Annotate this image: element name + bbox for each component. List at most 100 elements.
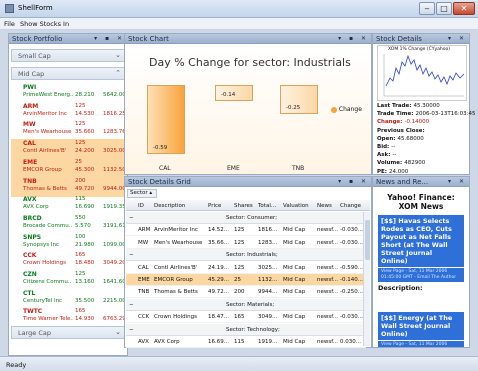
stock-price: 49.720 (75, 185, 95, 192)
cell-val: Mid Cap (283, 339, 306, 345)
stock-item[interactable]: TNB 200 Thomas & Betts 49.720 9944.000 (11, 176, 129, 197)
cell-desc: Crown Holdings (154, 314, 197, 321)
detail-key: Ask: (377, 152, 391, 159)
grid-header: Stock Details Grid ▾ ▪ ✕ (125, 177, 371, 187)
panel-controls-icon[interactable]: ▾ ▪ ✕ (338, 178, 369, 185)
group-small-cap[interactable]: Small Cap ⌄ (11, 49, 127, 62)
col-change[interactable]: Change (340, 203, 361, 209)
group-row[interactable]: − Sector: Consumer; (126, 212, 366, 224)
menu-bar: File Show Stocks In (0, 18, 478, 30)
group-by-label: Sector (130, 190, 148, 196)
group-label: Mid Cap (18, 70, 45, 78)
grid-scrollbar[interactable] (363, 212, 370, 346)
stock-item[interactable]: MW 125 Men's Wearhouse 35.660 1283.760 (11, 120, 129, 140)
menu-file[interactable]: File (4, 20, 15, 28)
stock-item[interactable]: SNPS 100 Synopsys Inc 21.980 1099.000 (11, 233, 129, 253)
cell-shares: 115 (234, 339, 245, 345)
stock-item[interactable]: CTL CenturyTel Inc 35.500 2215.000 (11, 289, 129, 309)
news-headline[interactable]: [$$] Havas Selects Rodes as CEO, Cuts Pa… (378, 215, 464, 267)
collapse-icon[interactable]: − (129, 302, 134, 308)
collapse-icon[interactable]: − (129, 215, 134, 221)
stock-item[interactable]: AVX 115 AVX Corp 16.690 1919.350 (11, 195, 129, 215)
cell-chg: 0.030... (340, 339, 361, 345)
stock-symbol: TNB (23, 177, 37, 185)
news-item[interactable]: [$$] Havas Selects Rodes as CEO, Cuts Pa… (378, 215, 464, 292)
stock-volume: 100 (75, 233, 86, 240)
cell-total: 1132... (258, 277, 278, 283)
detail-field: Volume: 482900 (377, 160, 425, 166)
news-item[interactable]: [$$] Energy (at The Wall Street Journal … (378, 312, 464, 347)
group-mid-cap[interactable]: Mid Cap ⌃ (11, 67, 127, 80)
col-id[interactable]: ID (138, 203, 144, 209)
col-valuation[interactable]: Valuation (283, 203, 309, 209)
stock-item[interactable]: CCK 165 Crown Holdings 18.480 3049.200 (11, 251, 129, 271)
col-price[interactable]: Price (208, 203, 221, 209)
stock-volume: 125 (75, 102, 86, 109)
stock-symbol: TWTC (23, 308, 43, 316)
table-row[interactable]: ARM ArvinMeritor Inc 14.52... 125 1816... Mid… (126, 224, 366, 237)
table-row[interactable]: CCK Crown Holdings 18.47... 165 3049... Mid C… (126, 311, 366, 324)
group-large-cap[interactable]: Large Cap ⌄ (11, 326, 127, 339)
cell-chg: -0.250... (340, 289, 363, 296)
close-button[interactable]: ✕ (453, 2, 475, 15)
stock-item[interactable]: TWTC 165 Time Warner Tele.. 14.930 6763.290 (11, 307, 129, 327)
stock-item[interactable]: CAL 125 Contl Airlines'B' 24.200 3025.000 (11, 139, 129, 160)
stock-price: 45.300 (75, 166, 95, 173)
news-headline[interactable]: [$$] Energy (at The Wall Street Journal … (378, 312, 464, 340)
table-row[interactable]: EME EMCOR Group 45.29... 25 1132... Mid Cap ne… (126, 274, 366, 286)
details-panel: Stock Details ▾ ✕ XOM 1% Change (CYyahoo… (372, 33, 475, 175)
cell-news: newsf... (317, 277, 339, 283)
scrollbar-thumb[interactable] (365, 220, 370, 260)
stock-name: ArvinMeritor Inc (23, 110, 67, 117)
stock-volume: 165 (75, 252, 86, 259)
group-row-label: Sector: Consumer; (226, 215, 278, 221)
panel-controls-icon[interactable]: ▾ ▪ ✕ (338, 35, 369, 42)
col-shares[interactable]: Shares (234, 203, 253, 209)
table-row[interactable]: AVX AVX Corp 16.69... 115 1919... Mid Cap news… (126, 336, 366, 348)
col-total[interactable]: Total... (258, 203, 276, 209)
panel-controls-icon[interactable]: ▾ ✕ (448, 35, 467, 42)
chart-title: Day % Change for sector: Industrials (149, 56, 351, 69)
news-title: News and Re... (376, 178, 429, 186)
stock-name: Citizens Commu.. (23, 279, 72, 285)
detail-key: PE: (377, 168, 387, 175)
cell-total: 1816... (258, 227, 278, 234)
cell-price: 24.19... (208, 264, 229, 271)
window-titlebar: ShellForm ‒ □ ✕ (0, 0, 478, 18)
group-row[interactable]: − Sector: Materials; (126, 298, 366, 311)
detail-field: Trade Time: 2006-03-13T16:03:45 (377, 111, 475, 117)
stock-item[interactable]: ARM 125 ArvinMeritor Inc 14.530 1816.250 (11, 102, 129, 122)
cell-shares: 200 (234, 289, 245, 296)
group-row-label: Sector: Technology; (226, 326, 280, 333)
group-row[interactable]: − Sector: Technology; (126, 323, 366, 336)
group-row[interactable]: − Sector: Industrials; (126, 249, 366, 262)
portfolio-title: Stock Portfolio (12, 35, 63, 43)
table-row[interactable]: CAL Contl Airlines'B' 24.19... 125 3025... Mi… (126, 262, 366, 274)
stock-symbol: MW (23, 121, 36, 129)
stock-item[interactable]: EME 25 EMCOR Group 45.300 1132.500 (11, 157, 129, 178)
collapse-icon[interactable]: − (129, 327, 134, 333)
minimize-button[interactable]: ‒ (419, 2, 435, 15)
stock-item[interactable]: BRCD 550 Brocade Commu.. 5.570 3191.610 (11, 214, 129, 234)
chevron-down-icon: ⌄ (115, 328, 121, 336)
cell-val: Mid Cap (283, 227, 306, 234)
panel-controls-icon[interactable]: ▾ ✕ (448, 178, 467, 185)
detail-field: Open: 45.68000 (377, 136, 424, 142)
col-description[interactable]: Description (154, 203, 185, 209)
stock-name: Men's Wearhouse (23, 129, 72, 136)
collapse-icon[interactable]: − (129, 252, 134, 258)
stock-item[interactable]: PWI PrimeWest Energ.. 28.210 5642.000 (11, 83, 129, 103)
news-panel: News and Re... ▾ ✕ Yahoo! Finance: XOM N… (372, 176, 470, 348)
col-news[interactable]: News (317, 203, 332, 209)
detail-value: -- (391, 144, 396, 150)
maximize-button[interactable]: □ (436, 2, 452, 15)
table-row[interactable]: MW Men's Wearhouse 35.66... 125 1283... Mid C… (126, 237, 366, 249)
group-by-chip[interactable]: Sector ▴ (127, 189, 157, 198)
panel-controls-icon[interactable]: ▾ ▪ ✕ (94, 35, 125, 42)
menu-show-stocks-in[interactable]: Show Stocks In (20, 20, 69, 28)
cell-price: 14.52... (208, 227, 229, 234)
stock-name: EMCOR Group (23, 166, 62, 173)
stock-item[interactable]: CZN 125 Citizens Commu.. 13.160 1641.600 (11, 270, 129, 290)
table-row[interactable]: TNB Thomas & Betts 49.72... 200 9944... Mid C… (126, 286, 366, 299)
detail-key: Volume: (377, 160, 403, 167)
